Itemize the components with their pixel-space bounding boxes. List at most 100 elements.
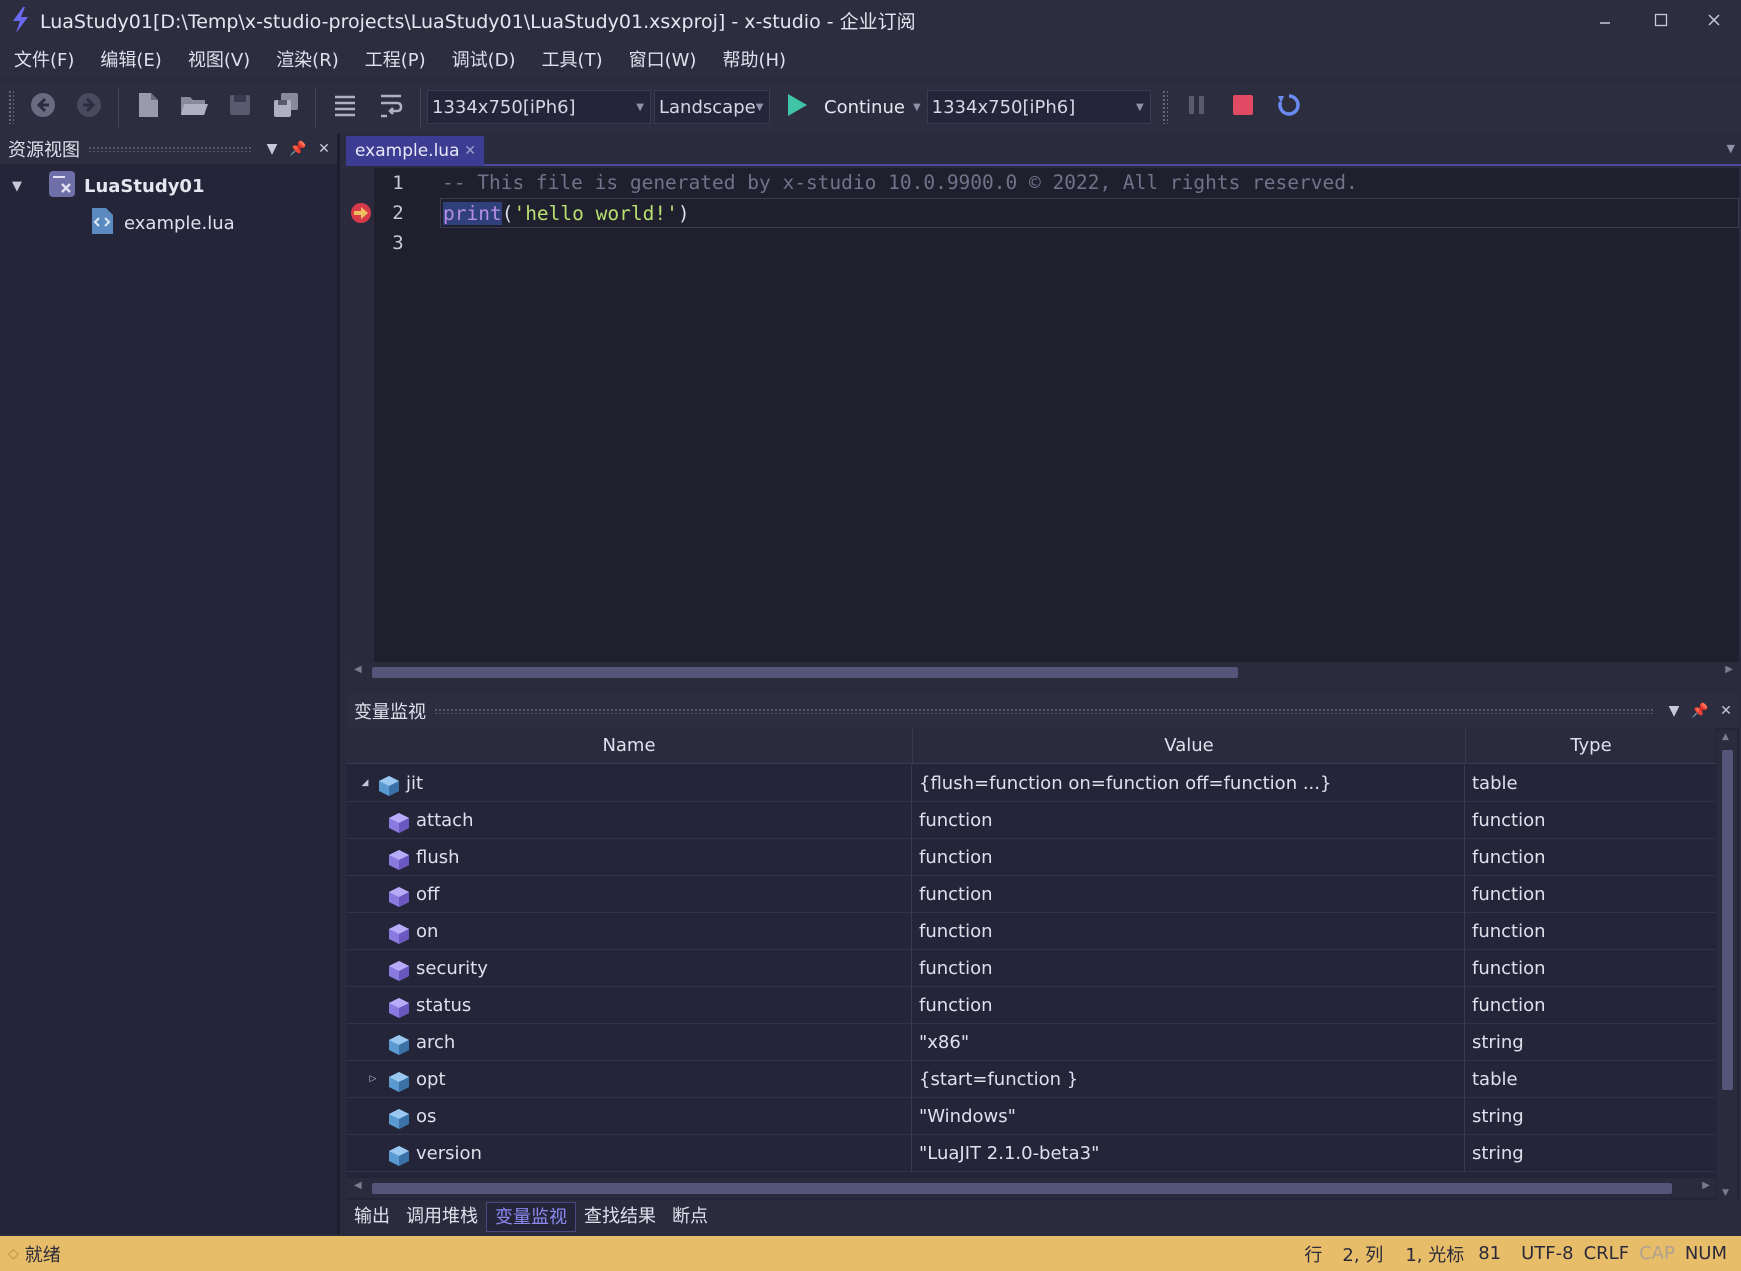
- tab-breakpoints[interactable]: 断点: [664, 1202, 716, 1232]
- table-row[interactable]: off function function: [346, 876, 1716, 913]
- editor-horizontal-scrollbar[interactable]: ◀ ▶: [346, 662, 1739, 682]
- table-row[interactable]: os "Windows" string: [346, 1098, 1716, 1135]
- table-row[interactable]: flush function function: [346, 839, 1716, 876]
- chevron-down-icon: ▼: [636, 101, 644, 113]
- status-encoding[interactable]: UTF-8: [1521, 1243, 1573, 1264]
- expand-triangle-icon[interactable]: ▷: [366, 1061, 380, 1098]
- save-all-icon: [272, 91, 300, 124]
- status-diamond-icon: ◇: [8, 1245, 19, 1262]
- tab-call-stack[interactable]: 调用堆栈: [398, 1202, 486, 1232]
- arrow-left-icon: [29, 91, 57, 124]
- toolbar-grip[interactable]: [8, 90, 14, 124]
- toolbar-grip[interactable]: [1161, 90, 1168, 124]
- tab-output[interactable]: 输出: [346, 1202, 398, 1232]
- column-header-name[interactable]: Name: [346, 728, 913, 764]
- chevron-down-icon[interactable]: ▼: [12, 179, 36, 194]
- scroll-right-icon[interactable]: ▶: [1725, 664, 1733, 675]
- tree-item-file[interactable]: example.lua: [0, 205, 337, 242]
- column-header-type[interactable]: Type: [1466, 728, 1716, 764]
- table-row[interactable]: ◢ jit {flush=function on=function off=fu…: [346, 765, 1716, 802]
- minimize-button[interactable]: [1578, 0, 1632, 40]
- code-line-3[interactable]: [440, 228, 1739, 258]
- close-icon[interactable]: ✕: [311, 141, 337, 157]
- table-row[interactable]: ▷ opt {start=function } table: [346, 1061, 1716, 1098]
- close-icon[interactable]: ✕: [1713, 703, 1739, 719]
- status-eol[interactable]: CRLF: [1584, 1243, 1629, 1264]
- continue-label[interactable]: Continue: [824, 97, 905, 118]
- watch-panel-header: 变量监视 ▼ 📌 ✕: [346, 694, 1739, 728]
- menu-debug[interactable]: 调试(D): [442, 46, 526, 72]
- scrollbar-thumb[interactable]: [372, 667, 1238, 678]
- scroll-down-icon[interactable]: ▼: [1722, 1188, 1729, 1198]
- menu-tools[interactable]: 工具(T): [532, 46, 613, 72]
- tab-find-results[interactable]: 查找结果: [576, 1202, 664, 1232]
- menu-help[interactable]: 帮助(H): [712, 46, 796, 72]
- panel-grip[interactable]: [434, 708, 1653, 714]
- stop-button[interactable]: [1223, 87, 1263, 127]
- breakpoint-current-line-icon[interactable]: [350, 202, 372, 229]
- table-row[interactable]: on function function: [346, 913, 1716, 950]
- variable-type: function: [1472, 995, 1546, 1016]
- project-icon: [48, 170, 76, 203]
- watch-vertical-scrollbar[interactable]: ▲ ▼: [1717, 730, 1737, 1200]
- save-button[interactable]: [220, 87, 260, 127]
- device-select[interactable]: 1334x750[iPh6] ▼: [926, 90, 1151, 124]
- orientation-select[interactable]: Landscape ▼: [654, 90, 770, 124]
- forward-button[interactable]: [69, 87, 109, 127]
- word-wrap-button[interactable]: [371, 87, 411, 127]
- close-button[interactable]: [1687, 0, 1741, 40]
- scroll-left-icon[interactable]: ◀: [354, 1180, 362, 1191]
- panel-grip[interactable]: [88, 146, 251, 152]
- column-header-value[interactable]: Value: [913, 728, 1466, 764]
- variable-value: "LuaJIT 2.1.0-beta3": [913, 1135, 1465, 1172]
- collapse-triangle-icon[interactable]: ◢: [358, 765, 372, 802]
- tab-example-lua[interactable]: example.lua ✕: [346, 136, 484, 166]
- menu-project[interactable]: 工程(P): [355, 46, 436, 72]
- restart-button[interactable]: [1269, 87, 1309, 127]
- table-row[interactable]: security function function: [346, 950, 1716, 987]
- code-line-1[interactable]: -- This file is generated by x-studio 10…: [440, 168, 1739, 198]
- continue-dropdown-icon[interactable]: ▼: [913, 102, 921, 113]
- table-row[interactable]: attach function function: [346, 802, 1716, 839]
- code-editor[interactable]: 1 2 3 -- This file is generated by x-stu…: [346, 168, 1739, 662]
- resolution-select[interactable]: 1334x750[iPh6] ▼: [427, 90, 651, 124]
- menu-view[interactable]: 视图(V): [178, 46, 260, 72]
- variable-name: opt: [416, 1069, 446, 1090]
- tab-close-icon[interactable]: ✕: [464, 143, 476, 159]
- pin-icon[interactable]: 📌: [1687, 703, 1713, 719]
- table-row[interactable]: arch "x86" string: [346, 1024, 1716, 1061]
- comment-lines-button[interactable]: [325, 87, 365, 127]
- table-row[interactable]: status function function: [346, 987, 1716, 1024]
- watch-horizontal-scrollbar[interactable]: ◀ ▶: [346, 1178, 1716, 1198]
- pin-icon[interactable]: 📌: [285, 141, 311, 157]
- tree-item-project[interactable]: ▼ LuaStudy01: [0, 168, 337, 205]
- panel-menu-icon[interactable]: ▼: [1661, 703, 1687, 719]
- align-lines-icon: [332, 93, 358, 122]
- save-all-button[interactable]: [266, 87, 306, 127]
- panel-menu-icon[interactable]: ▼: [259, 141, 285, 157]
- pause-button[interactable]: [1177, 87, 1217, 127]
- back-button[interactable]: [23, 87, 63, 127]
- code-line-2[interactable]: print('hello world!'): [440, 198, 1739, 228]
- maximize-button[interactable]: [1634, 0, 1688, 40]
- variable-value: {flush=function on=function off=function…: [913, 765, 1465, 802]
- menu-window[interactable]: 窗口(W): [619, 46, 707, 72]
- breakpoint-gutter[interactable]: [346, 168, 374, 662]
- scroll-up-icon[interactable]: ▲: [1722, 732, 1729, 742]
- scrollbar-thumb[interactable]: [372, 1183, 1672, 1194]
- menu-render[interactable]: 渲染(R): [266, 46, 349, 72]
- code-area[interactable]: -- This file is generated by x-studio 10…: [440, 168, 1739, 258]
- menu-edit[interactable]: 编辑(E): [90, 46, 171, 72]
- tab-list-dropdown-icon[interactable]: ▼: [1727, 142, 1735, 155]
- scroll-right-icon[interactable]: ▶: [1702, 1180, 1710, 1191]
- continue-button[interactable]: [781, 87, 813, 127]
- panel-title: 资源视图: [8, 140, 80, 161]
- open-folder-button[interactable]: [174, 87, 214, 127]
- menu-file[interactable]: 文件(F): [4, 46, 84, 72]
- scroll-left-icon[interactable]: ◀: [354, 664, 362, 675]
- tab-variable-watch[interactable]: 变量监视: [486, 1202, 576, 1232]
- new-file-button[interactable]: [128, 87, 168, 127]
- table-row[interactable]: version "LuaJIT 2.1.0-beta3" string: [346, 1135, 1716, 1172]
- scrollbar-thumb[interactable]: [1722, 750, 1733, 1090]
- status-row-value: 2, 列: [1342, 1244, 1384, 1266]
